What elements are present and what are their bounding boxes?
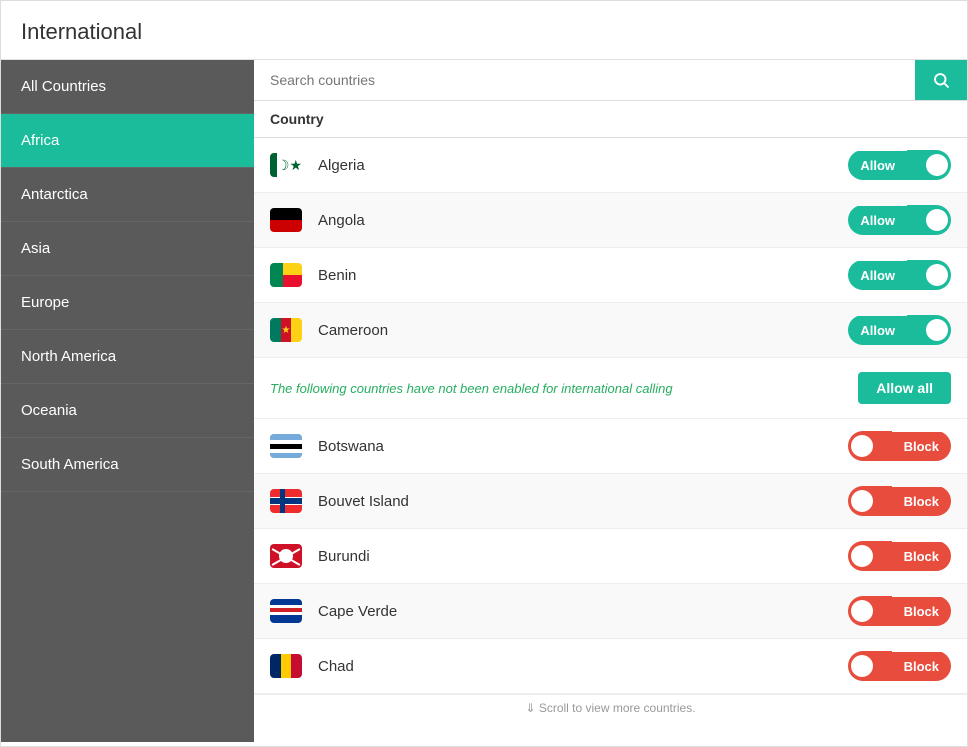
sidebar-item-antarctica[interactable]: Antarctica xyxy=(1,168,254,222)
block-label: Block xyxy=(892,597,951,626)
country-name-benin: Benin xyxy=(318,267,848,284)
sidebar-item-oceania[interactable]: Oceania xyxy=(1,384,254,438)
search-button[interactable] xyxy=(915,60,967,100)
toggle-switch-off[interactable] xyxy=(848,651,892,681)
block-label: Block xyxy=(892,542,951,571)
flag-cameroon: ★ xyxy=(270,318,302,342)
country-name-burundi: Burundi xyxy=(318,548,848,565)
allow-toggle[interactable]: Allow xyxy=(848,150,951,180)
blocked-rows: Botswana Block Bouvet Island Block Burundi Bl… xyxy=(254,419,967,694)
country-name-cape-verde: Cape Verde xyxy=(318,603,848,620)
toggle-switch-off[interactable] xyxy=(848,431,892,461)
block-label: Block xyxy=(892,432,951,461)
block-toggle[interactable]: Block xyxy=(848,541,951,571)
sidebar-item-north-america[interactable]: North America xyxy=(1,330,254,384)
country-row-benin: BeninAllow xyxy=(254,248,967,303)
allow-label: Allow xyxy=(848,316,907,345)
flag-cape-verde xyxy=(270,599,302,623)
country-name-chad: Chad xyxy=(318,658,848,675)
country-name-cameroon: Cameroon xyxy=(318,322,848,339)
flag-botswana xyxy=(270,434,302,458)
sidebar-item-asia[interactable]: Asia xyxy=(1,222,254,276)
table-header: Country xyxy=(254,101,967,138)
sidebar-item-africa[interactable]: Africa xyxy=(1,114,254,168)
divider-section: The following countries have not been en… xyxy=(254,358,967,419)
block-toggle[interactable]: Block xyxy=(848,486,951,516)
country-row-algeria: ☽★ AlgeriaAllow xyxy=(254,138,967,193)
sidebar-item-south-america[interactable]: South America xyxy=(1,438,254,492)
page-container: International All CountriesAfricaAntarct… xyxy=(0,0,968,747)
allow-label: Allow xyxy=(848,206,907,235)
allow-all-button[interactable]: Allow all xyxy=(858,372,951,404)
toggle-switch-off[interactable] xyxy=(848,596,892,626)
divider-text: The following countries have not been en… xyxy=(270,381,673,396)
country-name-angola: Angola xyxy=(318,212,848,229)
country-row-bouvet-island: Bouvet Island Block xyxy=(254,474,967,529)
flag-burundi xyxy=(270,544,302,568)
block-toggle[interactable]: Block xyxy=(848,431,951,461)
search-bar xyxy=(254,60,967,101)
country-row-burundi: Burundi Block xyxy=(254,529,967,584)
block-label: Block xyxy=(892,487,951,516)
flag-bouvet-island xyxy=(270,489,302,513)
sidebar: All CountriesAfricaAntarcticaAsiaEuropeN… xyxy=(1,60,254,742)
country-name-bouvet-island: Bouvet Island xyxy=(318,493,848,510)
allow-label: Allow xyxy=(848,151,907,180)
flag-angola xyxy=(270,208,302,232)
block-label: Block xyxy=(892,652,951,681)
page-title: International xyxy=(1,1,967,60)
block-toggle[interactable]: Block xyxy=(848,651,951,681)
country-name-botswana: Botswana xyxy=(318,438,848,455)
country-row-botswana: Botswana Block xyxy=(254,419,967,474)
sidebar-item-europe[interactable]: Europe xyxy=(1,276,254,330)
allowed-rows: ☽★AlgeriaAllowAngolaAllowBeninAllow★Came… xyxy=(254,138,967,358)
block-toggle[interactable]: Block xyxy=(848,596,951,626)
flag-benin xyxy=(270,263,302,287)
country-name-algeria: Algeria xyxy=(318,157,848,174)
toggle-switch-on[interactable] xyxy=(907,315,951,345)
toggle-switch-off[interactable] xyxy=(848,541,892,571)
toggle-switch-on[interactable] xyxy=(907,260,951,290)
country-row-cape-verde: Cape Verde Block xyxy=(254,584,967,639)
toggle-switch-off[interactable] xyxy=(848,486,892,516)
toggle-switch-on[interactable] xyxy=(907,205,951,235)
main-layout: All CountriesAfricaAntarcticaAsiaEuropeN… xyxy=(1,60,967,742)
flag-chad xyxy=(270,654,302,678)
allow-toggle[interactable]: Allow xyxy=(848,260,951,290)
country-row-chad: Chad Block xyxy=(254,639,967,694)
sidebar-item-all-countries[interactable]: All Countries xyxy=(1,60,254,114)
content-area: Country ☽★AlgeriaAllowAngolaAllowBeninAl… xyxy=(254,60,967,742)
allow-toggle[interactable]: Allow xyxy=(848,205,951,235)
flag-algeria: ☽★ xyxy=(270,153,302,177)
toggle-switch-on[interactable] xyxy=(907,150,951,180)
country-row-cameroon: ★ CameroonAllow xyxy=(254,303,967,358)
search-input[interactable] xyxy=(254,60,915,100)
search-icon xyxy=(932,71,950,89)
allow-toggle[interactable]: Allow xyxy=(848,315,951,345)
scroll-hint: ⇓ Scroll to view more countries. xyxy=(254,694,967,721)
allow-label: Allow xyxy=(848,261,907,290)
country-table: Country ☽★AlgeriaAllowAngolaAllowBeninAl… xyxy=(254,101,967,742)
country-row-angola: AngolaAllow xyxy=(254,193,967,248)
